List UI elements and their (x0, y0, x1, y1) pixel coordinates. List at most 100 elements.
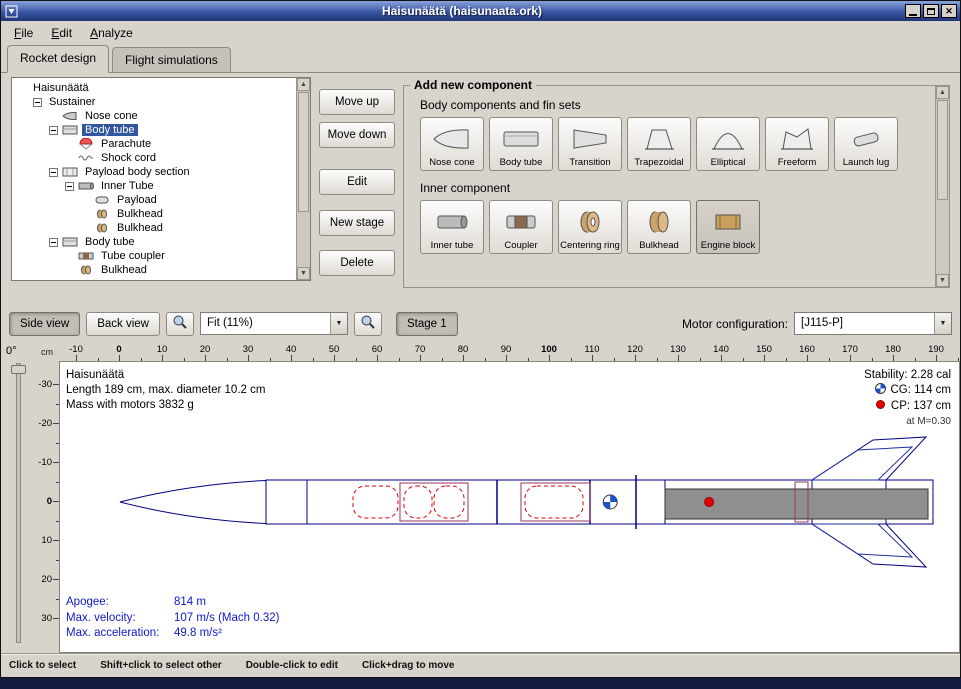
rotation-angle-value: 0° (1, 343, 35, 361)
scrollbar-thumb[interactable] (298, 92, 309, 212)
rotation-slider[interactable] (1, 361, 35, 653)
zoom-select[interactable]: Fit (11%) ▼ (200, 312, 348, 335)
ruler-label: 150 (752, 344, 776, 355)
view-toolbar: Side view Back view Fit (11%) ▼ Stage 1 … (1, 294, 960, 343)
inner-tube-icon (432, 203, 472, 241)
motor-shape[interactable] (665, 489, 928, 519)
flight-stat-value: 814 m (174, 595, 206, 611)
chevron-down-icon[interactable]: ▼ (330, 313, 347, 334)
cg-value: CG: 114 cm (891, 383, 952, 398)
innertube-icon (78, 181, 96, 191)
rocket-canvas[interactable]: Haisunäätä Length 189 cm, max. diameter … (59, 361, 960, 653)
minimize-button[interactable] (905, 4, 921, 18)
slider-track[interactable] (16, 363, 21, 643)
component-button-label: Freeform (778, 158, 817, 168)
tree-expander-icon[interactable] (49, 126, 58, 135)
back-view-button[interactable]: Back view (86, 312, 160, 336)
tree-item-label: Nose cone (82, 110, 141, 122)
tree-item-bulkhead[interactable]: Bulkhead (13, 263, 295, 277)
tree-item-sustainer[interactable]: Sustainer (13, 95, 295, 109)
centering-ring-icon (570, 203, 610, 241)
add-transition-button[interactable]: Transition (558, 117, 622, 171)
flight-stat-row: Max. velocity:107 m/s (Mach 0.32) (66, 611, 279, 627)
add-trapezoidal-button[interactable]: Trapezoidal (627, 117, 691, 171)
status-hint: Double-click to edit (246, 660, 338, 671)
tree-expander-icon[interactable] (49, 238, 58, 247)
ruler-label: 40 (279, 344, 303, 355)
slider-handle[interactable] (11, 365, 26, 374)
scroll-up-icon[interactable]: ▲ (297, 78, 310, 91)
tab-rocket-design[interactable]: Rocket design (7, 45, 109, 73)
add-component-panel: Add new component Body components and fi… (403, 85, 950, 288)
component-button-label: Centering ring (560, 241, 620, 251)
add-body-tube-button[interactable]: Body tube (489, 117, 553, 171)
add-freeform-button[interactable]: Freeform (765, 117, 829, 171)
tree-item-payload[interactable]: Payload (13, 193, 295, 207)
new-stage-button[interactable]: New stage (319, 210, 395, 236)
component-tree[interactable]: HaisunäätäSustainerNose coneBody tubePar… (13, 79, 295, 279)
component-button-label: Body tube (500, 158, 543, 168)
side-view-button[interactable]: Side view (9, 312, 80, 336)
scroll-up-icon[interactable]: ▲ (936, 86, 949, 99)
payload-icon (94, 195, 112, 205)
ruler-label: 120 (623, 344, 647, 355)
cp-icon (875, 399, 886, 415)
maximize-button[interactable] (923, 4, 939, 18)
bulkhead-icon (78, 265, 96, 275)
tree-item-nose-cone[interactable]: Nose cone (13, 109, 295, 123)
scroll-down-icon[interactable]: ▼ (936, 274, 949, 287)
ruler-label: -10 (64, 344, 88, 355)
add-engine-block-button[interactable]: Engine block (696, 200, 760, 254)
scroll-down-icon[interactable]: ▼ (297, 267, 310, 280)
bulkhead-icon (94, 209, 112, 219)
tree-item-tube-coupler[interactable]: Tube coupler (13, 249, 295, 263)
close-icon: ✕ (945, 6, 953, 17)
add-centering-ring-button[interactable]: Centering ring (558, 200, 622, 254)
scrollbar-thumb[interactable] (937, 100, 948, 200)
menu-analyze[interactable]: Analyze (81, 23, 142, 43)
tree-item-bulkhead[interactable]: Bulkhead (13, 221, 295, 235)
title-bar[interactable]: Haisunäätä (haisunaata.ork) ✕ (1, 1, 960, 21)
add-inner-tube-button[interactable]: Inner tube (420, 200, 484, 254)
add-elliptical-button[interactable]: Elliptical (696, 117, 760, 171)
zoom-out-button[interactable] (354, 312, 382, 336)
motor-configuration-value: [J115-P] (795, 313, 934, 334)
add-bulkhead-button[interactable]: Bulkhead (627, 200, 691, 254)
tree-item-bulkhead[interactable]: Bulkhead (13, 207, 295, 221)
edit-button[interactable]: Edit (319, 169, 395, 195)
chevron-down-icon[interactable]: ▼ (934, 313, 951, 334)
tree-item-label: Sustainer (46, 96, 98, 108)
tree-scrollbar[interactable]: ▲ ▼ (296, 78, 310, 280)
tree-item-payload-body-section[interactable]: Payload body section (13, 165, 295, 179)
move-up-button[interactable]: Move up (319, 89, 395, 115)
motor-configuration-select[interactable]: [J115-P] ▼ (794, 312, 952, 335)
tree-item-body-tube[interactable]: Body tube (13, 235, 295, 249)
tree-expander-icon[interactable] (65, 182, 74, 191)
horizontal-ruler: -100102030405060708090100110120130140150… (59, 343, 960, 361)
menu-edit[interactable]: Edit (42, 23, 81, 43)
add-launch-lug-button[interactable]: Launch lug (834, 117, 898, 171)
app-icon (4, 4, 19, 19)
tree-item-inner-tube[interactable]: Inner Tube (13, 179, 295, 193)
tree-expander-icon[interactable] (49, 168, 58, 177)
stage-1-toggle[interactable]: Stage 1 (396, 312, 458, 336)
close-button[interactable]: ✕ (941, 4, 957, 18)
ruler-label: 190 (924, 344, 948, 355)
move-down-button[interactable]: Move down (319, 122, 395, 148)
tree-item-label: Inner Tube (98, 180, 157, 192)
component-button-label: Launch lug (843, 158, 889, 168)
tree-item-parachute[interactable]: Parachute (13, 137, 295, 151)
add-nose-cone-button[interactable]: Nose cone (420, 117, 484, 171)
ruler-label: 30 (35, 613, 52, 624)
tree-item-body-tube[interactable]: Body tube (13, 123, 295, 137)
tree-expander-icon[interactable] (33, 98, 42, 107)
tree-item-shock-cord[interactable]: Shock cord (13, 151, 295, 165)
add-coupler-button[interactable]: Coupler (489, 200, 553, 254)
menu-file[interactable]: File (5, 23, 42, 43)
tab-flight-simulations[interactable]: Flight simulations (112, 47, 231, 72)
tree-item-haisun-t-[interactable]: Haisunäätä (13, 81, 295, 95)
tree-item-label: Tube coupler (98, 250, 168, 262)
add-panel-scrollbar[interactable]: ▲ ▼ (935, 86, 949, 287)
delete-button[interactable]: Delete (319, 250, 395, 276)
zoom-in-button[interactable] (166, 312, 194, 336)
